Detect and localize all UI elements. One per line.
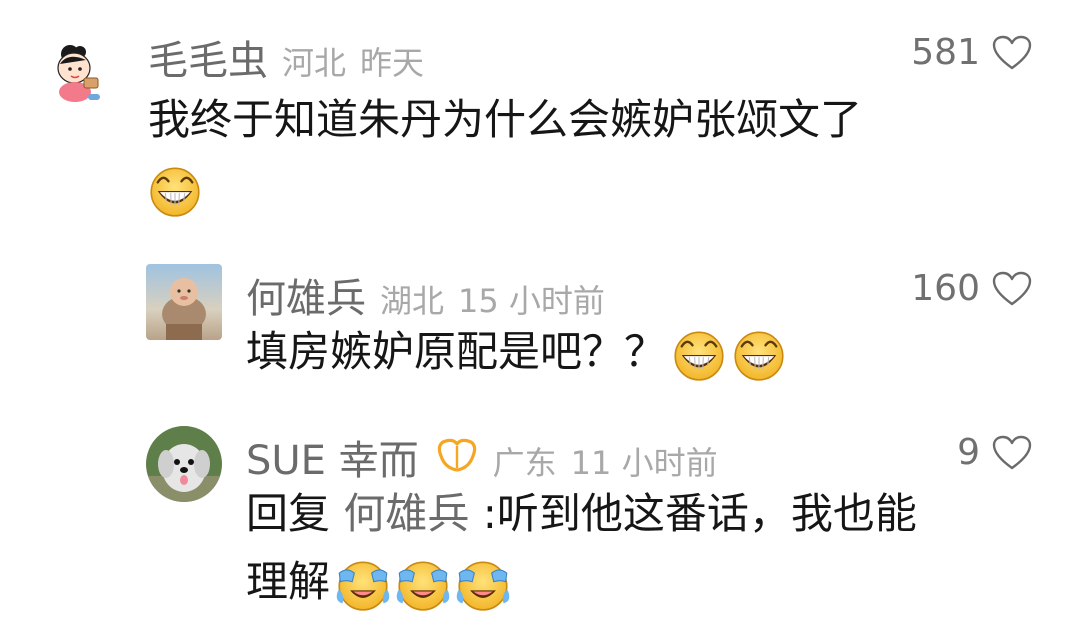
comment-header: 何雄兵 湖北 15 小时前 bbox=[246, 266, 605, 324]
grinning-face-emoji bbox=[148, 164, 202, 218]
crying-face-emoji bbox=[456, 558, 510, 612]
location: 广东 bbox=[492, 444, 557, 482]
comment-item-1: 毛毛虫 河北 昨天 581 我终于知道朱丹为什么会嫉妒张颂文了 bbox=[0, 0, 1080, 240]
dog-photo-avatar[interactable] bbox=[146, 426, 222, 502]
like-count: 9 bbox=[957, 432, 980, 473]
location: 湖北 bbox=[380, 282, 445, 320]
like-button[interactable]: 581 bbox=[911, 32, 1032, 73]
location: 河北 bbox=[282, 44, 347, 82]
like-button[interactable]: 160 bbox=[911, 268, 1032, 309]
username[interactable]: 何雄兵 bbox=[246, 266, 366, 324]
comment-body: 填房嫉妒原配是吧？？ bbox=[246, 327, 667, 376]
like-count: 581 bbox=[911, 32, 980, 73]
cartoon-girl-avatar[interactable] bbox=[40, 34, 112, 106]
comment-meta: 广东 11 小时前 bbox=[493, 438, 718, 484]
grinning-face-emoji bbox=[732, 328, 786, 382]
comment-body: :听到他这番话，我也能 bbox=[482, 489, 917, 538]
comment-item-3: SUE 幸而 广东 11 小时前 9 回复 何雄兵 :听到他这番话，我也能 理解 bbox=[0, 410, 1080, 630]
reply-mention[interactable]: 何雄兵 bbox=[343, 489, 469, 538]
grinning-face-emoji bbox=[672, 328, 726, 382]
comment-text: 我终于知道朱丹为什么会嫉妒张颂文了 bbox=[148, 86, 1028, 222]
orange-butterfly-badge-icon bbox=[435, 438, 479, 478]
timestamp: 11 小时前 bbox=[570, 444, 718, 482]
comment-item-2: 何雄兵 湖北 15 小时前 160 填房嫉妒原配是吧？？ bbox=[0, 240, 1080, 410]
timestamp: 昨天 bbox=[360, 44, 425, 82]
chubby-baby-photo-avatar[interactable] bbox=[146, 264, 222, 340]
comment-header: SUE 幸而 广东 11 小时前 bbox=[246, 428, 718, 486]
timestamp: 15 小时前 bbox=[458, 282, 605, 320]
comment-body-line2: 理解 bbox=[246, 557, 331, 606]
username[interactable]: SUE 幸而 bbox=[246, 428, 419, 486]
like-button[interactable]: 9 bbox=[957, 432, 1032, 473]
username[interactable]: 毛毛虫 bbox=[148, 28, 268, 86]
comment-meta: 河北 昨天 bbox=[282, 38, 424, 84]
heart-icon[interactable] bbox=[992, 271, 1032, 307]
comment-meta: 湖北 15 小时前 bbox=[380, 276, 605, 322]
heart-icon[interactable] bbox=[992, 435, 1032, 471]
crying-face-emoji bbox=[336, 558, 390, 612]
heart-icon[interactable] bbox=[992, 35, 1032, 71]
comment-text: 回复 何雄兵 :听到他这番话，我也能 理解 bbox=[246, 480, 1046, 616]
like-count: 160 bbox=[911, 268, 980, 309]
comment-text: 填房嫉妒原配是吧？？ bbox=[246, 318, 1046, 386]
crying-face-emoji bbox=[396, 558, 450, 612]
comment-header: 毛毛虫 河北 昨天 bbox=[148, 28, 424, 86]
reply-prefix: 回复 bbox=[246, 489, 331, 538]
comment-body: 我终于知道朱丹为什么会嫉妒张颂文了 bbox=[148, 95, 863, 144]
